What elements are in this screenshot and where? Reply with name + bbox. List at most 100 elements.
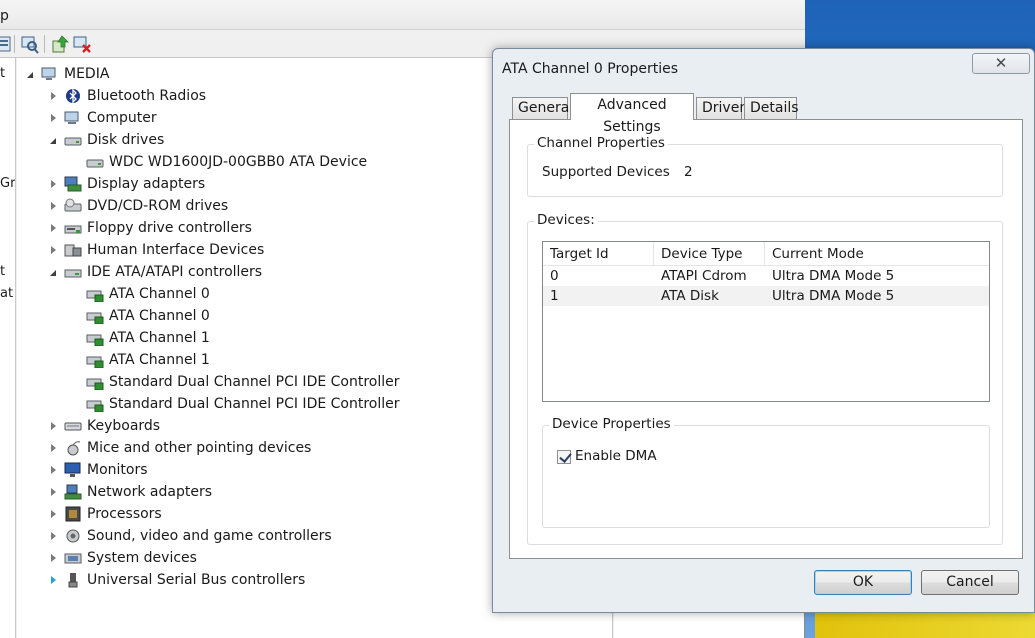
expand-arrow-icon[interactable] — [48, 547, 62, 569]
floppy-controller-icon — [64, 225, 82, 234]
expand-arrow-icon[interactable] — [48, 195, 62, 217]
tree-device[interactable]: ATA Channel 1 — [70, 349, 210, 371]
tree-item-label: Display adapters — [87, 176, 206, 192]
tree-device[interactable]: ATA Channel 1 — [70, 327, 210, 349]
enable-dma-label: Enable DMA — [575, 448, 657, 464]
enable-dma-checkbox[interactable] — [557, 450, 571, 464]
tree-item-label: Universal Serial Bus controllers — [87, 572, 306, 588]
expand-arrow-icon[interactable] — [48, 437, 62, 459]
tree-device[interactable]: WDC WD1600JD-00GBB0 ATA Device — [70, 151, 367, 173]
tree-device[interactable]: Standard Dual Channel PCI IDE Controller — [70, 371, 400, 393]
tab-driver[interactable]: Driver — [696, 97, 745, 119]
uninstall-icon[interactable] — [72, 34, 92, 54]
toolbar-separator — [14, 35, 15, 53]
update-driver-icon[interactable] — [50, 34, 70, 54]
mouse-icon — [67, 441, 81, 456]
cell-device-type: ATAPI Cdrom — [661, 268, 747, 284]
tree-category[interactable]: Network adapters — [48, 481, 212, 503]
ide-channel-icon — [86, 356, 104, 368]
collapse-arrow-icon[interactable] — [25, 63, 39, 85]
left-pane-fragment: Gr — [0, 176, 16, 191]
tree-item-label: DVD/CD-ROM drives — [87, 198, 229, 214]
tree-item-label: Standard Dual Channel PCI IDE Controller — [109, 374, 400, 390]
tree-category[interactable]: DVD/CD-ROM drives — [48, 195, 228, 217]
expand-arrow-icon[interactable] — [48, 481, 62, 503]
collapse-arrow-icon[interactable] — [48, 261, 62, 283]
tree-category[interactable]: Computer — [48, 107, 157, 129]
scan-hardware-icon[interactable] — [19, 34, 39, 54]
display-adapter-icon — [64, 176, 82, 192]
tree-device[interactable]: ATA Channel 0 — [70, 283, 210, 305]
close-button[interactable]: ✕ — [972, 53, 1030, 74]
collapse-arrow-icon[interactable] — [48, 129, 62, 151]
processor-icon — [65, 506, 81, 522]
expand-arrow-icon[interactable] — [48, 569, 62, 591]
tree-category[interactable]: Disk drives — [48, 129, 164, 151]
expand-arrow-icon[interactable] — [48, 107, 62, 129]
tree-category[interactable]: IDE ATA/ATAPI controllers — [48, 261, 262, 283]
tab-details[interactable]: Details — [744, 97, 799, 119]
tree-item-label: Floppy drive controllers — [87, 220, 252, 236]
tree-category[interactable]: Display adapters — [48, 173, 205, 195]
ide-controller-icon — [64, 269, 82, 278]
devices-list[interactable]: Target Id Device Type Current Mode 0 ATA… — [542, 241, 990, 402]
tree-item-label: Computer — [87, 110, 157, 126]
supported-devices-value: 2 — [684, 164, 693, 180]
tree-category[interactable]: Bluetooth Radios — [48, 85, 206, 107]
cancel-button[interactable]: Cancel — [921, 570, 1019, 595]
window-title-fragment: p — [0, 8, 9, 24]
tree-category[interactable]: Universal Serial Bus controllers — [48, 569, 305, 591]
tree-category[interactable]: Processors — [48, 503, 162, 525]
tree-category[interactable]: Human Interface Devices — [48, 239, 264, 261]
tab-advanced-settings[interactable]: Advanced Settings — [570, 93, 694, 135]
tree-root-media[interactable]: MEDIA — [25, 63, 109, 85]
expand-arrow-icon[interactable] — [48, 459, 62, 481]
keyboard-icon — [64, 422, 82, 431]
advanced-settings-panel: Channel Properties Supported Devices 2 D… — [509, 119, 1023, 559]
expand-arrow-icon[interactable] — [48, 173, 62, 195]
supported-devices-label: Supported Devices — [542, 164, 670, 180]
column-target-id[interactable]: Target Id — [543, 242, 654, 266]
tree-category[interactable]: System devices — [48, 547, 197, 569]
tree-item-label: Mice and other pointing devices — [87, 440, 312, 456]
expand-arrow-icon[interactable] — [48, 525, 62, 547]
ok-button[interactable]: OK — [814, 570, 912, 595]
tree-category[interactable]: Keyboards — [48, 415, 160, 437]
console-tree-pane[interactable]: t Gr t at — [0, 58, 16, 638]
ide-channel-icon — [86, 290, 104, 302]
tree-category[interactable]: Floppy drive controllers — [48, 217, 252, 239]
column-device-type[interactable]: Device Type — [654, 242, 765, 266]
toolbar-separator — [44, 35, 45, 53]
tree-item-label: IDE ATA/ATAPI controllers — [87, 264, 263, 280]
left-pane-fragment: at — [0, 286, 14, 301]
left-pane-fragment: t — [0, 264, 6, 279]
dialog-title: ATA Channel 0 Properties — [502, 61, 679, 77]
expand-arrow-icon[interactable] — [48, 415, 62, 437]
tree-category[interactable]: Sound, video and game controllers — [48, 525, 332, 547]
expand-arrow-icon[interactable] — [48, 503, 62, 525]
ide-channel-icon — [86, 400, 104, 412]
close-icon: ✕ — [994, 54, 1008, 72]
expand-arrow-icon[interactable] — [48, 217, 62, 239]
disk-drive-icon — [86, 159, 104, 168]
cell-target-id: 1 — [550, 288, 559, 304]
tree-item-label: Processors — [87, 506, 162, 522]
tree-category[interactable]: Monitors — [48, 459, 148, 481]
tree-category[interactable]: Mice and other pointing devices — [48, 437, 311, 459]
expand-arrow-icon[interactable] — [48, 239, 62, 261]
table-row[interactable]: 0 ATAPI Cdrom Ultra DMA Mode 5 — [543, 266, 989, 286]
column-current-mode[interactable]: Current Mode — [765, 242, 989, 266]
cell-target-id: 0 — [550, 268, 559, 284]
tree-device[interactable]: ATA Channel 0 — [70, 305, 210, 327]
device-properties-group: Device Properties Enable DMA — [542, 416, 990, 528]
device-manager-titlebar: p — [0, 0, 805, 30]
table-row[interactable]: 1 ATA Disk Ultra DMA Mode 5 — [543, 286, 989, 306]
tab-general[interactable]: General — [512, 97, 573, 119]
list-header: Target Id Device Type Current Mode — [543, 242, 989, 266]
tree-device[interactable]: Standard Dual Channel PCI IDE Controller — [70, 393, 400, 415]
expand-arrow-icon[interactable] — [48, 85, 62, 107]
bluetooth-icon — [66, 88, 80, 104]
tree-item-label: ATA Channel 0 — [109, 308, 210, 324]
channel-properties-group: Channel Properties Supported Devices 2 — [527, 135, 1003, 197]
properties-icon[interactable] — [0, 34, 14, 54]
